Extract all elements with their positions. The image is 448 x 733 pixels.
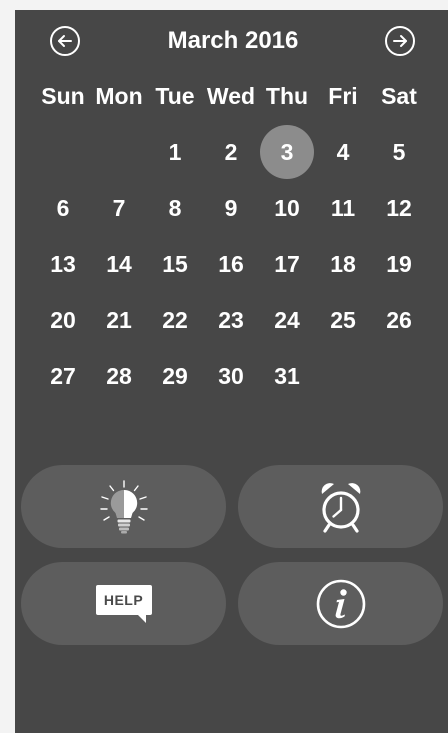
month-title: March 2016 [167, 27, 299, 54]
calendar-day[interactable]: 24 [259, 292, 315, 348]
calendar-day[interactable]: 9 [203, 180, 259, 236]
lightbulb-icon [99, 479, 148, 533]
day-grid: 1 2 3 4 5 6 7 8 9 10 11 12 13 14 15 16 17 18 19 20 21 22 23 24 2… [35, 124, 427, 404]
day-number: 29 [162, 362, 188, 389]
calendar-day[interactable]: 13 [35, 236, 91, 292]
weekday-header: Sun Mon Tue Wed Thu Fri Sat [35, 80, 427, 112]
day-number: 25 [330, 306, 356, 333]
calendar-day[interactable]: 28 [91, 348, 147, 404]
calendar-day[interactable]: 20 [35, 292, 91, 348]
calendar-day-selected[interactable]: 3 [259, 124, 315, 180]
calendar-day[interactable]: 16 [203, 236, 259, 292]
day-number: 31 [274, 362, 300, 389]
day-number: 27 [50, 362, 76, 389]
calendar-day[interactable]: 29 [147, 348, 203, 404]
help-label: HELP [95, 584, 152, 615]
calendar-day[interactable]: 5 [371, 124, 427, 180]
day-number: 1 [168, 138, 182, 165]
weekday-label: Wed [206, 83, 256, 109]
help-button[interactable]: HELP [21, 562, 226, 645]
arrow-right-icon [393, 35, 407, 47]
calendar-day[interactable]: 1 [147, 124, 203, 180]
day-number: 13 [50, 250, 76, 277]
weekday-label: Sat [381, 83, 417, 109]
calendar-day[interactable]: 26 [371, 292, 427, 348]
idea-button[interactable] [21, 465, 226, 548]
day-number: 3 [260, 125, 314, 179]
day-number: 28 [106, 362, 132, 389]
info-button[interactable] [238, 562, 443, 645]
next-month-button[interactable] [385, 26, 415, 56]
day-number: 6 [56, 194, 70, 221]
day-number: 18 [330, 250, 356, 277]
calendar-day[interactable]: 4 [315, 124, 371, 180]
day-number: 30 [218, 362, 244, 389]
calendar-day[interactable]: 8 [147, 180, 203, 236]
calendar-day[interactable]: 12 [371, 180, 427, 236]
calendar-day[interactable]: 22 [147, 292, 203, 348]
calendar-day[interactable]: 27 [35, 348, 91, 404]
calendar-screen: March 2016 Sun Mon Tue Wed Thu Fri Sat 1… [15, 10, 448, 733]
day-number: 15 [162, 250, 188, 277]
day-number: 11 [330, 194, 356, 221]
day-number: 21 [106, 306, 132, 333]
help-bubble-icon: HELP [95, 584, 152, 623]
day-number: 4 [336, 138, 350, 165]
day-number: 26 [386, 306, 412, 333]
day-number: 5 [392, 138, 406, 165]
calendar-day[interactable]: 18 [315, 236, 371, 292]
day-number: 10 [274, 194, 300, 221]
alarm-clock-icon [321, 482, 360, 533]
empty-cell [91, 124, 147, 180]
day-number: 19 [386, 250, 412, 277]
calendar-day[interactable]: 21 [91, 292, 147, 348]
calendar-day[interactable]: 25 [315, 292, 371, 348]
day-number: 2 [224, 138, 238, 165]
calendar-day[interactable]: 6 [35, 180, 91, 236]
day-number: 9 [224, 194, 238, 221]
weekday-label: Fri [328, 83, 358, 109]
calendar-day[interactable]: 17 [259, 236, 315, 292]
calendar-day[interactable]: 30 [203, 348, 259, 404]
arrow-left-icon [58, 35, 72, 47]
calendar-day[interactable]: 10 [259, 180, 315, 236]
day-number: 24 [274, 306, 300, 333]
calendar-day[interactable]: 19 [371, 236, 427, 292]
day-number: 8 [168, 194, 182, 221]
day-number: 22 [162, 306, 188, 333]
weekday-label: Sun [41, 83, 85, 109]
empty-cell [35, 124, 91, 180]
day-number: 12 [386, 194, 412, 221]
info-icon [316, 579, 365, 628]
calendar-day[interactable]: 11 [315, 180, 371, 236]
calendar-day[interactable]: 23 [203, 292, 259, 348]
weekday-label: Mon [95, 83, 143, 109]
weekday-label: Tue [155, 83, 195, 109]
day-number: 23 [218, 306, 244, 333]
alarm-button[interactable] [238, 465, 443, 548]
weekday-label: Thu [265, 83, 309, 109]
day-number: 20 [50, 306, 76, 333]
day-number: 16 [218, 250, 244, 277]
calendar-day[interactable]: 14 [91, 236, 147, 292]
calendar-day[interactable]: 7 [91, 180, 147, 236]
calendar-day[interactable]: 31 [259, 348, 315, 404]
calendar-day[interactable]: 15 [147, 236, 203, 292]
calendar-day[interactable]: 2 [203, 124, 259, 180]
day-number: 14 [106, 250, 132, 277]
day-number: 17 [274, 250, 300, 277]
day-number: 7 [112, 194, 126, 221]
prev-month-button[interactable] [50, 26, 80, 56]
